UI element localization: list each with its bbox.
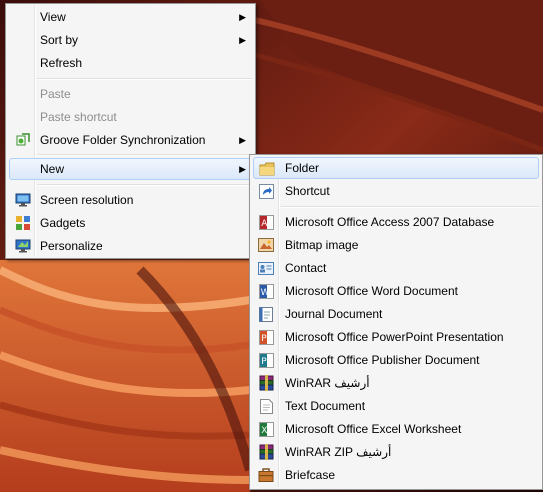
folder-icon xyxy=(259,161,275,177)
submenu-item-text[interactable]: Text Document xyxy=(253,395,539,417)
access-database-icon: A xyxy=(258,214,274,230)
monitor-icon xyxy=(15,192,31,208)
menu-item-view[interactable]: View ▶ xyxy=(9,6,252,28)
submenu-item-winrar-zip-label: WinRAR ZIP أرشيف xyxy=(285,445,392,459)
submenu-item-contact[interactable]: Contact xyxy=(253,257,539,279)
submenu-item-excel-label: Microsoft Office Excel Worksheet xyxy=(285,422,462,436)
submenu-item-powerpoint-label: Microsoft Office PowerPoint Presentation xyxy=(285,330,504,344)
menu-item-paste-label: Paste xyxy=(40,87,71,101)
submenu-item-shortcut-label: Shortcut xyxy=(285,184,330,198)
menu-item-refresh[interactable]: Refresh xyxy=(9,52,252,74)
submenu-item-powerpoint[interactable]: P Microsoft Office PowerPoint Presentati… xyxy=(253,326,539,348)
submenu-item-winrar-label: WinRAR أرشيف xyxy=(285,376,370,390)
menu-item-paste-shortcut: Paste shortcut xyxy=(9,106,252,128)
contact-card-icon xyxy=(258,260,274,276)
menu-item-new[interactable]: New ▶ xyxy=(9,158,252,180)
publisher-document-icon: P xyxy=(258,352,274,368)
menu-item-screen-resolution-label: Screen resolution xyxy=(40,193,134,207)
submenu-item-publisher[interactable]: P Microsoft Office Publisher Document xyxy=(253,349,539,371)
shortcut-icon xyxy=(258,183,274,199)
submenu-arrow-icon: ▶ xyxy=(239,35,246,45)
submenu-item-access[interactable]: A Microsoft Office Access 2007 Database xyxy=(253,211,539,233)
submenu-item-publisher-label: Microsoft Office Publisher Document xyxy=(285,353,480,367)
svg-text:W: W xyxy=(260,288,269,298)
briefcase-icon xyxy=(258,467,274,483)
submenu-item-journal[interactable]: Journal Document xyxy=(253,303,539,325)
menu-item-gadgets-label: Gadgets xyxy=(40,216,86,230)
menu-item-personalize[interactable]: Personalize xyxy=(9,235,252,257)
submenu-item-text-label: Text Document xyxy=(285,399,366,413)
winrar-archive-icon xyxy=(258,375,274,391)
menu-separator xyxy=(37,154,252,156)
desktop-context-menu: View ▶ Sort by ▶ Refresh Paste Paste sho… xyxy=(5,3,256,259)
text-document-icon xyxy=(258,398,274,414)
submenu-item-bitmap-label: Bitmap image xyxy=(285,238,359,252)
menu-item-sort-by-label: Sort by xyxy=(40,33,79,47)
menu-item-groove-sync-label: Groove Folder Synchronization xyxy=(40,133,206,147)
submenu-item-journal-label: Journal Document xyxy=(285,307,383,321)
menu-item-screen-resolution[interactable]: Screen resolution xyxy=(9,189,252,211)
submenu-item-contact-label: Contact xyxy=(285,261,327,275)
submenu-arrow-icon: ▶ xyxy=(239,164,246,174)
submenu-item-winrar-zip[interactable]: WinRAR ZIP أرشيف xyxy=(253,441,539,463)
submenu-item-bitmap[interactable]: Bitmap image xyxy=(253,234,539,256)
bitmap-image-icon xyxy=(258,237,274,253)
word-document-icon: W xyxy=(258,283,274,299)
submenu-arrow-icon: ▶ xyxy=(239,135,246,145)
submenu-item-winrar[interactable]: WinRAR أرشيف xyxy=(253,372,539,394)
gadgets-icon xyxy=(15,215,31,231)
menu-item-gadgets[interactable]: Gadgets xyxy=(9,212,252,234)
submenu-item-briefcase-label: Briefcase xyxy=(285,468,336,482)
menu-item-view-label: View xyxy=(40,10,66,24)
menu-separator xyxy=(281,206,539,208)
submenu-item-excel[interactable]: X Microsoft Office Excel Worksheet xyxy=(253,418,539,440)
new-submenu: Folder Shortcut A Microsoft Office Acces… xyxy=(249,154,543,490)
menu-item-new-label: New xyxy=(40,162,65,176)
winrar-zip-archive-icon xyxy=(258,444,274,460)
svg-text:P: P xyxy=(261,334,267,344)
excel-worksheet-icon: X xyxy=(258,421,274,437)
submenu-item-word[interactable]: W Microsoft Office Word Document xyxy=(253,280,539,302)
submenu-item-access-label: Microsoft Office Access 2007 Database xyxy=(285,215,495,229)
menu-item-sort-by[interactable]: Sort by ▶ xyxy=(9,29,252,51)
svg-text:X: X xyxy=(261,426,267,436)
submenu-item-shortcut[interactable]: Shortcut xyxy=(253,180,539,202)
menu-item-refresh-label: Refresh xyxy=(40,56,83,70)
menu-item-groove-sync[interactable]: Groove Folder Synchronization ▶ xyxy=(9,129,252,151)
menu-item-paste: Paste xyxy=(9,83,252,105)
svg-text:P: P xyxy=(261,357,267,367)
personalize-icon xyxy=(15,238,31,254)
groove-sync-icon xyxy=(15,132,31,148)
menu-separator xyxy=(37,184,252,186)
submenu-arrow-icon: ▶ xyxy=(239,12,246,22)
menu-item-personalize-label: Personalize xyxy=(40,239,103,253)
menu-separator xyxy=(37,78,252,80)
submenu-item-briefcase[interactable]: Briefcase xyxy=(253,464,539,486)
journal-document-icon xyxy=(258,306,274,322)
submenu-item-folder-label: Folder xyxy=(285,161,320,175)
menu-item-paste-shortcut-label: Paste shortcut xyxy=(40,110,117,124)
submenu-item-word-label: Microsoft Office Word Document xyxy=(285,284,458,298)
svg-text:A: A xyxy=(261,219,268,229)
powerpoint-presentation-icon: P xyxy=(258,329,274,345)
submenu-item-folder[interactable]: Folder xyxy=(253,157,539,179)
